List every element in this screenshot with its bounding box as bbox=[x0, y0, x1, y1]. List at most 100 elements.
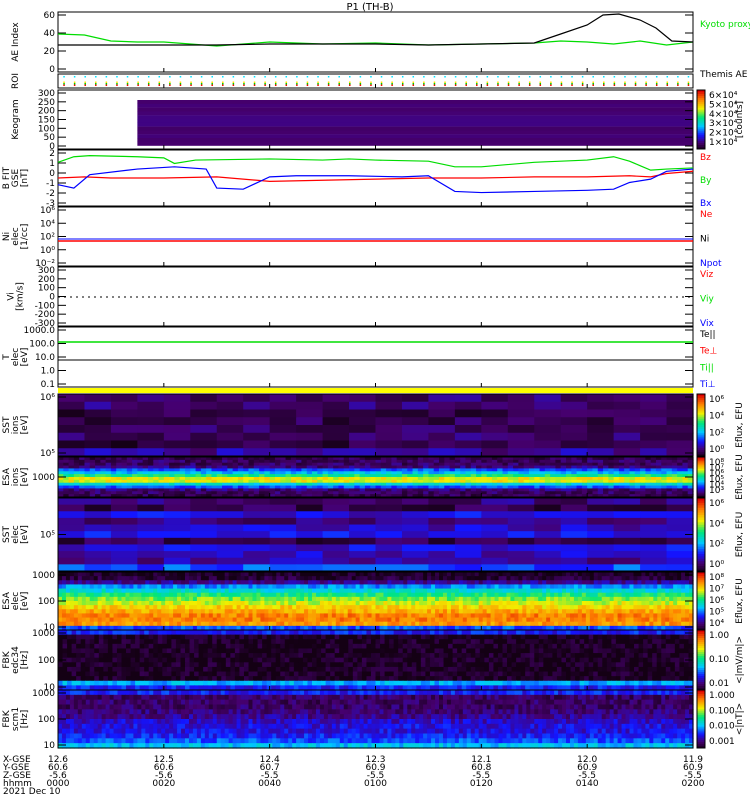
spectrogram-cell bbox=[380, 634, 386, 640]
spectrogram-cell bbox=[232, 592, 238, 598]
spectrogram-cell bbox=[613, 401, 641, 411]
spectrogram-cell bbox=[101, 584, 107, 590]
spectrogram-cell bbox=[117, 621, 123, 627]
spectrogram-cell bbox=[450, 613, 456, 619]
spectrogram-cell bbox=[370, 630, 377, 636]
spectrogram-cell bbox=[240, 572, 246, 577]
spectrogram-cell bbox=[101, 580, 107, 586]
spectrogram-cell bbox=[573, 588, 579, 594]
spectrogram-cell bbox=[220, 605, 226, 610]
spectrogram-cell bbox=[470, 617, 476, 623]
spectrogram-cell bbox=[236, 572, 242, 577]
spectrogram-cell bbox=[141, 596, 146, 602]
spectrogram-cell bbox=[58, 425, 86, 434]
spectrogram-cell bbox=[640, 504, 668, 512]
spectrogram-cell bbox=[415, 613, 420, 619]
spectrogram-cell bbox=[145, 576, 150, 581]
spectrogram-cell bbox=[415, 592, 420, 598]
spectrogram-cell bbox=[534, 517, 562, 526]
spectrogram-cell bbox=[300, 584, 305, 590]
spectrogram-cell bbox=[243, 432, 271, 442]
spectrogram-cell bbox=[391, 572, 396, 577]
spectrogram-cell bbox=[383, 596, 389, 602]
spectrogram-cell bbox=[446, 605, 452, 610]
spectrogram-cell bbox=[89, 584, 95, 590]
spectrogram-cell bbox=[276, 601, 281, 606]
spectrogram-cell bbox=[276, 580, 281, 586]
spectrogram-cell bbox=[61, 572, 67, 577]
spectrogram-cell bbox=[296, 613, 301, 619]
spectrogram-cell bbox=[203, 643, 209, 650]
spectrogram-cell bbox=[256, 572, 262, 577]
spectrogram-cell bbox=[446, 576, 452, 581]
spectrogram-cell bbox=[538, 592, 543, 598]
spectrogram-cell bbox=[587, 517, 615, 526]
spectrogram-cell bbox=[300, 580, 305, 586]
spectrogram-cell bbox=[550, 621, 555, 627]
spectrogram-cell bbox=[175, 639, 182, 645]
spectrogram-cell bbox=[298, 630, 304, 636]
spectrogram-cell bbox=[69, 576, 75, 581]
spectrogram-cell bbox=[268, 601, 273, 606]
spectrogram-cell bbox=[236, 617, 242, 623]
spectrogram-cell bbox=[666, 401, 694, 411]
spectrogram-cell bbox=[681, 580, 686, 586]
spectrogram-cell bbox=[526, 621, 531, 627]
spectrogram-cell bbox=[605, 588, 611, 594]
spectrogram-cell bbox=[312, 634, 318, 640]
spectrogram-cell bbox=[232, 580, 238, 586]
spectrogram-cell bbox=[613, 544, 641, 552]
spectrogram-cell bbox=[609, 596, 615, 602]
spectrogram-cell bbox=[482, 601, 488, 606]
spectrogram-cell bbox=[560, 551, 588, 559]
spectrogram-cell bbox=[673, 580, 678, 586]
spectrogram-cell bbox=[85, 617, 91, 623]
spectrogram-cell bbox=[188, 605, 194, 610]
spectrogram-cell bbox=[153, 572, 158, 577]
spectrogram-cell bbox=[302, 648, 309, 654]
spectrogram-cell bbox=[292, 605, 297, 610]
spectrogram-cell bbox=[121, 648, 127, 654]
spectrogram-cell bbox=[77, 592, 83, 598]
spectrogram-cell bbox=[260, 601, 265, 606]
spectrogram-cell bbox=[466, 613, 472, 619]
spectrogram-cell bbox=[296, 592, 301, 598]
spectrogram-cell bbox=[236, 584, 242, 590]
spectrogram-cell bbox=[58, 588, 63, 594]
spectrogram-cell bbox=[375, 531, 403, 539]
spectrogram-cell bbox=[534, 498, 562, 506]
spectrogram-cell bbox=[367, 596, 373, 602]
spectrogram-cell bbox=[84, 537, 112, 546]
spectrogram-cell bbox=[597, 576, 603, 581]
spectrogram-cell bbox=[359, 613, 365, 619]
spectrogram-cell bbox=[375, 409, 403, 418]
spectrogram-cell bbox=[173, 576, 178, 581]
spectrogram-cell bbox=[349, 537, 377, 546]
spectrogram-cell bbox=[411, 639, 417, 645]
spectrogram-cell bbox=[232, 601, 238, 606]
spectrogram-cell bbox=[653, 609, 658, 615]
spectrogram-cell bbox=[653, 584, 658, 590]
spectrogram-cell bbox=[661, 592, 666, 598]
spectrogram-cell bbox=[395, 596, 400, 602]
spectrogram-cell bbox=[581, 613, 587, 619]
spectrogram-cell bbox=[669, 580, 674, 586]
spectrogram-cell bbox=[69, 601, 75, 606]
spectrogram-cell bbox=[569, 609, 575, 615]
spectrogram-cell bbox=[681, 605, 686, 610]
spectrogram-cell bbox=[666, 504, 694, 512]
spectrogram-cell bbox=[522, 605, 527, 610]
spectrogram-cell bbox=[506, 605, 512, 610]
spectrogram-cell bbox=[163, 401, 191, 411]
spectrogram-cell bbox=[562, 605, 567, 610]
spectrogram-cell bbox=[335, 601, 341, 606]
spectrogram-cell bbox=[58, 409, 86, 418]
spectrogram-cell bbox=[674, 639, 680, 645]
spectrogram-cell bbox=[593, 643, 599, 650]
spectrogram-cell bbox=[466, 605, 472, 610]
spectrogram-cell bbox=[343, 596, 349, 602]
spectrogram-cell bbox=[439, 584, 444, 590]
spectrogram-cell bbox=[153, 639, 159, 645]
spectrogram-cell bbox=[363, 605, 369, 610]
spectrogram-cell bbox=[478, 592, 484, 598]
